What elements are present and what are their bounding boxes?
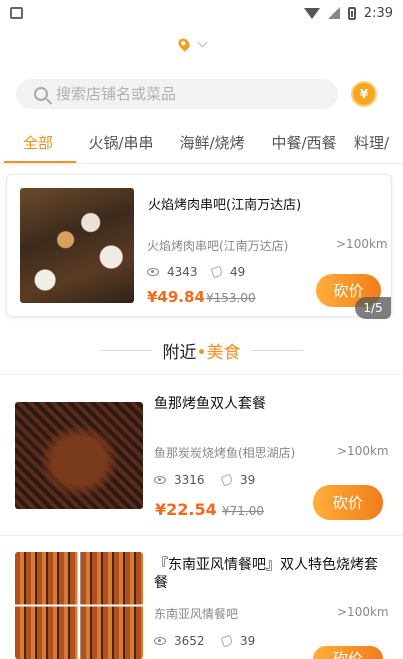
status-icons: 2:39 [303,5,393,21]
tab-cuisine[interactable]: 料理/ [350,128,403,163]
featured-price: ¥49.84 [147,288,205,306]
search-input[interactable] [56,85,316,103]
item-distance: >100km [337,444,389,458]
item-divider [0,535,403,536]
item-views: 3652 [154,634,205,648]
item-title: 『东南亚风情餐吧』双人特色烧烤套餐 [154,557,378,591]
search-row: ¥ [16,79,386,109]
item-bargain-button[interactable]: 砍价 [313,485,383,520]
divider-line-right [250,349,303,351]
status-bar: 2:39 [0,0,403,26]
views-count: 4343 [167,265,198,279]
tab-all[interactable]: 全部 [0,128,76,163]
active-tab-indicator [4,161,76,163]
divider-line-left [100,349,153,351]
carousel-pager: 1/5 [355,297,391,319]
featured-image [20,188,134,303]
thumbs-up-icon [220,634,234,648]
section-divider [0,374,403,375]
coin-button[interactable]: ¥ [351,81,377,107]
likes-count: 39 [240,634,256,648]
likes-count: 49 [230,265,246,279]
nearby-food-header: 附近•美食 [0,334,403,366]
featured-card[interactable]: 火焰烤肉串吧(江南万达店) 火焰烤肉串吧(江南万达店) >100km 4343 … [6,174,392,317]
views-count: 3316 [174,473,205,487]
likes-count: 39 [240,473,256,487]
signal-icon [327,7,340,19]
thumbs-up-icon [220,473,234,487]
search-box[interactable] [16,79,338,109]
chevron-down-icon [197,37,208,47]
section-title-accent: •美食 [196,342,241,363]
item-distance: >100km [337,605,389,619]
item-likes: 39 [220,634,256,648]
section-title: 附近•美食 [162,338,240,363]
wifi-icon [303,7,320,19]
tab-hotpot[interactable]: 火锅/串串 [76,128,166,163]
item-old-price: ¥71.00 [222,504,264,518]
featured-distance: >100km [336,237,388,251]
featured-old-price: ¥153.00 [206,291,256,305]
battery-icon [347,6,356,20]
item-views: 3316 [154,473,205,487]
item-title: 鱼那烤鱼双人套餐 [154,396,266,412]
status-time: 2:39 [363,5,393,21]
thumbs-up-icon [210,265,224,279]
item-image [15,552,143,659]
location-selector[interactable] [176,36,208,52]
item-likes: 39 [220,473,256,487]
search-icon [34,87,48,101]
eye-icon [154,476,166,484]
featured-shop-name: 火焰烤肉串吧(江南万达店) [147,239,289,253]
category-tabs: 全部 火锅/串串 海鲜/烧烤 中餐/西餐 料理/ [0,128,403,164]
section-title-main: 附近 [162,342,197,363]
item-shop-name: 东南亚风情餐吧 [154,607,239,621]
image-notification-icon [10,7,23,19]
yuan-icon: ¥ [359,87,369,101]
item-image [15,402,143,509]
eye-icon [154,637,166,645]
eye-icon [147,268,159,276]
featured-likes: 49 [210,265,246,279]
featured-views: 4343 [147,265,198,279]
featured-title: 火焰烤肉串吧(江南万达店) [148,198,302,213]
tab-seafood-bbq[interactable]: 海鲜/烧烤 [166,128,258,163]
views-count: 3652 [174,634,205,648]
item-shop-name: 鱼那炭炭烧烤鱼(相思湖店) [154,446,296,460]
item-bargain-button[interactable]: 砍价 [313,646,383,659]
tab-chinese-western[interactable]: 中餐/西餐 [258,128,350,163]
item-price: ¥22.54 [155,500,217,519]
location-pin-icon [176,36,192,52]
